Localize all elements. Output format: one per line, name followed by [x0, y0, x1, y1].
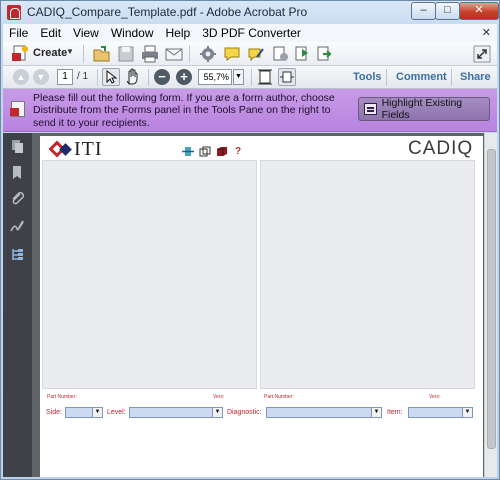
sign-icon[interactable]: [247, 45, 265, 63]
maximize-button[interactable]: □: [435, 2, 460, 20]
right-part-number-label: Part Number:: [264, 394, 294, 400]
next-page-icon[interactable]: ▼: [33, 69, 49, 85]
toolbar-separator: [148, 69, 149, 86]
item-dropdown[interactable]: ▼: [408, 407, 473, 418]
open-folder-icon[interactable]: [93, 45, 111, 63]
highlight-button-label: Highlight Existing Fields: [381, 97, 463, 121]
left-part-number-label: Part Number:: [47, 394, 77, 400]
right-model-view[interactable]: [260, 160, 475, 389]
diagnostic-dropdown-arrow-icon: ▼: [371, 408, 381, 417]
share-pane-link[interactable]: Share: [460, 71, 491, 83]
fit-page-icon[interactable]: [256, 68, 274, 86]
right-vers-label: Vers:: [429, 394, 441, 400]
help-icon[interactable]: ?: [235, 146, 241, 157]
pdf-page: ITI ? CADIQ Part Number: Vers: Part Numb…: [40, 136, 483, 477]
form-fields-icon: [364, 103, 377, 115]
toolbar-separator: [83, 45, 84, 63]
side-dropdown[interactable]: ▼: [65, 407, 103, 418]
menu-bar: File Edit View Window Help 3D PDF Conver…: [3, 24, 497, 42]
side-label: Side:: [46, 409, 62, 416]
settings-gear-icon[interactable]: [199, 45, 217, 63]
create-dropdown-caret-icon[interactable]: ▼: [66, 47, 74, 56]
navigation-pane: [3, 133, 32, 477]
menu-file[interactable]: File: [3, 26, 34, 40]
create-pdf-icon[interactable]: [11, 45, 29, 63]
zoom-dropdown-icon[interactable]: ▼: [233, 69, 244, 85]
vertical-scrollbar[interactable]: [484, 133, 497, 477]
wireframe-cube-icon[interactable]: [199, 146, 211, 157]
select-tool-button[interactable]: [102, 68, 120, 86]
form-document-message-bar: Please fill out the following form. If y…: [3, 89, 497, 132]
hand-tool-icon[interactable]: [124, 68, 142, 86]
tools-pane-link[interactable]: Tools: [353, 71, 382, 83]
zoom-level-input[interactable]: 55,7%: [198, 69, 232, 85]
level-label: Level:: [107, 409, 126, 416]
minimize-button[interactable]: –: [411, 2, 436, 20]
title-bar: CADIQ_Compare_Template.pdf - Adobe Acrob…: [1, 1, 499, 23]
viewer-tool-icons: ?: [182, 146, 241, 157]
stamp-icon[interactable]: [271, 45, 289, 63]
fit-width-icon: [280, 71, 294, 83]
document-viewport: ITI ? CADIQ Part Number: Vers: Part Numb…: [32, 133, 497, 477]
bookmarks-icon[interactable]: [10, 165, 25, 180]
signatures-icon[interactable]: [10, 219, 25, 234]
main-toolbar: Create ▼: [3, 42, 497, 66]
left-vers-label: Vers:: [213, 394, 225, 400]
previous-page-icon[interactable]: ▲: [13, 69, 29, 85]
document-close-icon[interactable]: ✕: [482, 26, 491, 39]
side-dropdown-arrow-icon: ▼: [92, 408, 102, 417]
zoom-in-button[interactable]: +: [176, 69, 192, 85]
toolbar-separator: [97, 69, 98, 86]
menu-window[interactable]: Window: [105, 26, 160, 40]
toolbar-separator: [251, 69, 252, 86]
cadiq-brand-text: CADIQ: [408, 138, 474, 159]
scrollbar-thumb[interactable]: [487, 149, 496, 449]
attachments-icon[interactable]: [10, 191, 25, 206]
item-dropdown-arrow-icon: ▼: [462, 408, 472, 417]
level-dropdown[interactable]: ▼: [129, 407, 223, 418]
expand-icon[interactable]: [473, 45, 491, 63]
comment-icon[interactable]: [223, 45, 241, 63]
menu-3d-pdf-converter[interactable]: 3D PDF Converter: [196, 26, 307, 40]
print-icon[interactable]: [141, 45, 159, 63]
fit-width-button[interactable]: [278, 68, 296, 86]
email-icon[interactable]: [165, 45, 183, 63]
diagnostic-label: Diagnostic:: [227, 409, 262, 416]
diagnostic-dropdown[interactable]: ▼: [266, 407, 382, 418]
menu-view[interactable]: View: [67, 26, 105, 40]
toolbar-separator: [386, 69, 387, 86]
navigation-toolbar: ▲ ▼ 1 / 1 − + 55,7% ▼ Tools Comment Shar…: [3, 66, 497, 89]
iti-logo-text: ITI: [74, 137, 103, 160]
export-icon[interactable]: [293, 45, 311, 63]
toolbar-separator: [451, 69, 452, 86]
level-dropdown-arrow-icon: ▼: [212, 408, 222, 417]
pointer-arrow-icon: [106, 69, 118, 84]
iti-logo: ITI: [47, 137, 103, 160]
acrobat-app-icon: [7, 5, 21, 20]
form-message-text: Please fill out the following form. If y…: [33, 92, 335, 129]
model-tree-icon[interactable]: [10, 247, 25, 262]
close-button[interactable]: ✕: [459, 2, 499, 20]
menu-help[interactable]: Help: [160, 26, 197, 40]
page-number-input[interactable]: 1: [57, 69, 73, 85]
toolbar-separator: [189, 45, 190, 63]
solid-cube-icon[interactable]: [216, 146, 228, 157]
form-document-icon: [10, 101, 25, 117]
page-thumbnails-icon[interactable]: [10, 139, 25, 154]
menu-edit[interactable]: Edit: [34, 26, 67, 40]
comment-pane-link[interactable]: Comment: [396, 71, 447, 83]
window-title: CADIQ_Compare_Template.pdf - Adobe Acrob…: [27, 5, 308, 19]
save-icon[interactable]: [117, 45, 135, 63]
share-icon[interactable]: [315, 45, 333, 63]
page-total-label: / 1: [77, 71, 89, 82]
highlight-existing-fields-button[interactable]: Highlight Existing Fields: [358, 97, 490, 121]
left-model-view[interactable]: [42, 160, 257, 389]
zoom-out-button[interactable]: −: [154, 69, 170, 85]
acrobat-window: CADIQ_Compare_Template.pdf - Adobe Acrob…: [0, 0, 500, 480]
item-label: Item:: [387, 409, 403, 416]
create-button-label[interactable]: Create: [33, 47, 67, 59]
align-views-icon[interactable]: [182, 146, 194, 157]
